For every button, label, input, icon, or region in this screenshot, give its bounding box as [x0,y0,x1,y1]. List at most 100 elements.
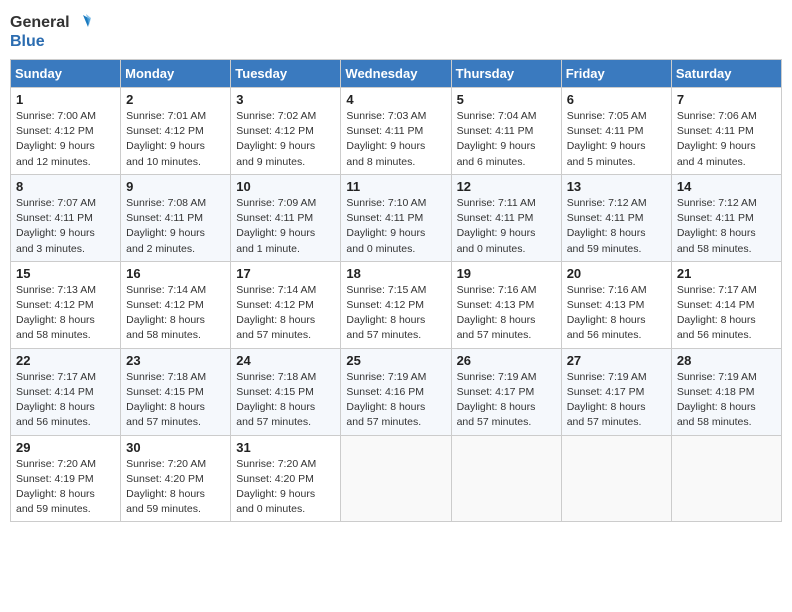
calendar-cell: 11 Sunrise: 7:10 AM Sunset: 4:11 PM Dayli… [341,174,451,261]
calendar-cell: 30 Sunrise: 7:20 AM Sunset: 4:20 PM Dayli… [121,435,231,522]
day-info: Sunrise: 7:19 AM Sunset: 4:16 PM Dayligh… [346,370,445,431]
day-info: Sunrise: 7:20 AM Sunset: 4:19 PM Dayligh… [16,457,115,518]
day-number: 5 [457,92,556,107]
calendar-cell: 3 Sunrise: 7:02 AM Sunset: 4:12 PM Daylig… [231,88,341,175]
day-info: Sunrise: 7:18 AM Sunset: 4:15 PM Dayligh… [236,370,335,431]
day-number: 22 [16,353,115,368]
weekday-header-sunday: Sunday [11,60,121,88]
day-info: Sunrise: 7:08 AM Sunset: 4:11 PM Dayligh… [126,196,225,257]
day-info: Sunrise: 7:14 AM Sunset: 4:12 PM Dayligh… [236,283,335,344]
day-info: Sunrise: 7:13 AM Sunset: 4:12 PM Dayligh… [16,283,115,344]
day-info: Sunrise: 7:07 AM Sunset: 4:11 PM Dayligh… [16,196,115,257]
day-info: Sunrise: 7:18 AM Sunset: 4:15 PM Dayligh… [126,370,225,431]
day-number: 30 [126,440,225,455]
day-number: 12 [457,179,556,194]
day-number: 18 [346,266,445,281]
day-info: Sunrise: 7:11 AM Sunset: 4:11 PM Dayligh… [457,196,556,257]
calendar-cell [561,435,671,522]
calendar-cell [341,435,451,522]
calendar-cell: 26 Sunrise: 7:19 AM Sunset: 4:17 PM Dayli… [451,348,561,435]
day-info: Sunrise: 7:10 AM Sunset: 4:11 PM Dayligh… [346,196,445,257]
day-number: 25 [346,353,445,368]
calendar-cell: 20 Sunrise: 7:16 AM Sunset: 4:13 PM Dayli… [561,261,671,348]
calendar-cell: 4Sunrise: 7:03 AM Sunset: 4:11 PM Daylig… [341,88,451,175]
day-info: Sunrise: 7:05 AM Sunset: 4:11 PM Dayligh… [567,109,666,170]
header: General Blue [10,10,782,51]
calendar-cell: 13 Sunrise: 7:12 AM Sunset: 4:11 PM Dayli… [561,174,671,261]
day-number: 1 [16,92,115,107]
day-info: Sunrise: 7:02 AM Sunset: 4:12 PM Dayligh… [236,109,335,170]
calendar-cell [671,435,781,522]
day-info: Sunrise: 7:12 AM Sunset: 4:11 PM Dayligh… [567,196,666,257]
day-info: Sunrise: 7:16 AM Sunset: 4:13 PM Dayligh… [457,283,556,344]
calendar-cell [451,435,561,522]
calendar-cell: 28 Sunrise: 7:19 AM Sunset: 4:18 PM Dayli… [671,348,781,435]
calendar-cell: 24 Sunrise: 7:18 AM Sunset: 4:15 PM Dayli… [231,348,341,435]
day-number: 16 [126,266,225,281]
day-number: 24 [236,353,335,368]
day-number: 2 [126,92,225,107]
day-number: 19 [457,266,556,281]
day-info: Sunrise: 7:12 AM Sunset: 4:11 PM Dayligh… [677,196,776,257]
day-number: 3 [236,92,335,107]
calendar-cell: 19 Sunrise: 7:16 AM Sunset: 4:13 PM Dayli… [451,261,561,348]
calendar-cell: 25 Sunrise: 7:19 AM Sunset: 4:16 PM Dayli… [341,348,451,435]
day-info: Sunrise: 7:06 AM Sunset: 4:11 PM Dayligh… [677,109,776,170]
calendar-cell: 31 Sunrise: 7:20 AM Sunset: 4:20 PM Dayli… [231,435,341,522]
day-number: 15 [16,266,115,281]
day-number: 13 [567,179,666,194]
day-number: 29 [16,440,115,455]
day-number: 11 [346,179,445,194]
calendar-cell: 10 Sunrise: 7:09 AM Sunset: 4:11 PM Dayli… [231,174,341,261]
weekday-header-wednesday: Wednesday [341,60,451,88]
day-info: Sunrise: 7:20 AM Sunset: 4:20 PM Dayligh… [236,457,335,518]
day-info: Sunrise: 7:16 AM Sunset: 4:13 PM Dayligh… [567,283,666,344]
day-number: 4 [346,92,445,107]
day-number: 14 [677,179,776,194]
day-info: Sunrise: 7:04 AM Sunset: 4:11 PM Dayligh… [457,109,556,170]
logo: General Blue [10,14,91,51]
calendar-cell: 1Sunrise: 7:00 AM Sunset: 4:12 PM Daylig… [11,88,121,175]
day-number: 9 [126,179,225,194]
calendar-cell: 6Sunrise: 7:05 AM Sunset: 4:11 PM Daylig… [561,88,671,175]
calendar-cell: 9 Sunrise: 7:08 AM Sunset: 4:11 PM Daylig… [121,174,231,261]
weekday-header-monday: Monday [121,60,231,88]
calendar-cell: 17 Sunrise: 7:14 AM Sunset: 4:12 PM Dayli… [231,261,341,348]
weekday-header-tuesday: Tuesday [231,60,341,88]
day-number: 17 [236,266,335,281]
day-info: Sunrise: 7:19 AM Sunset: 4:17 PM Dayligh… [567,370,666,431]
calendar-cell: 27 Sunrise: 7:19 AM Sunset: 4:17 PM Dayli… [561,348,671,435]
calendar-table: SundayMondayTuesdayWednesdayThursdayFrid… [10,59,782,522]
day-info: Sunrise: 7:19 AM Sunset: 4:17 PM Dayligh… [457,370,556,431]
day-info: Sunrise: 7:14 AM Sunset: 4:12 PM Dayligh… [126,283,225,344]
day-info: Sunrise: 7:01 AM Sunset: 4:12 PM Dayligh… [126,109,225,170]
day-number: 8 [16,179,115,194]
day-info: Sunrise: 7:17 AM Sunset: 4:14 PM Dayligh… [16,370,115,431]
day-number: 26 [457,353,556,368]
day-info: Sunrise: 7:09 AM Sunset: 4:11 PM Dayligh… [236,196,335,257]
weekday-header-thursday: Thursday [451,60,561,88]
calendar-cell: 18 Sunrise: 7:15 AM Sunset: 4:12 PM Dayli… [341,261,451,348]
day-number: 7 [677,92,776,107]
day-info: Sunrise: 7:17 AM Sunset: 4:14 PM Dayligh… [677,283,776,344]
day-number: 20 [567,266,666,281]
weekday-header-saturday: Saturday [671,60,781,88]
calendar-cell: 15 Sunrise: 7:13 AM Sunset: 4:12 PM Dayli… [11,261,121,348]
logo-text: General Blue [10,14,91,51]
day-number: 10 [236,179,335,194]
day-info: Sunrise: 7:20 AM Sunset: 4:20 PM Dayligh… [126,457,225,518]
calendar-cell: 2 Sunrise: 7:01 AM Sunset: 4:12 PM Daylig… [121,88,231,175]
day-number: 28 [677,353,776,368]
calendar-cell: 23 Sunrise: 7:18 AM Sunset: 4:15 PM Dayli… [121,348,231,435]
calendar-cell: 14 Sunrise: 7:12 AM Sunset: 4:11 PM Dayli… [671,174,781,261]
calendar-cell: 5 Sunrise: 7:04 AM Sunset: 4:11 PM Daylig… [451,88,561,175]
weekday-header-friday: Friday [561,60,671,88]
calendar-cell: 8 Sunrise: 7:07 AM Sunset: 4:11 PM Daylig… [11,174,121,261]
day-number: 27 [567,353,666,368]
day-number: 23 [126,353,225,368]
calendar-cell: 12 Sunrise: 7:11 AM Sunset: 4:11 PM Dayli… [451,174,561,261]
calendar-cell: 29 Sunrise: 7:20 AM Sunset: 4:19 PM Dayli… [11,435,121,522]
day-info: Sunrise: 7:19 AM Sunset: 4:18 PM Dayligh… [677,370,776,431]
day-info: Sunrise: 7:15 AM Sunset: 4:12 PM Dayligh… [346,283,445,344]
day-number: 31 [236,440,335,455]
